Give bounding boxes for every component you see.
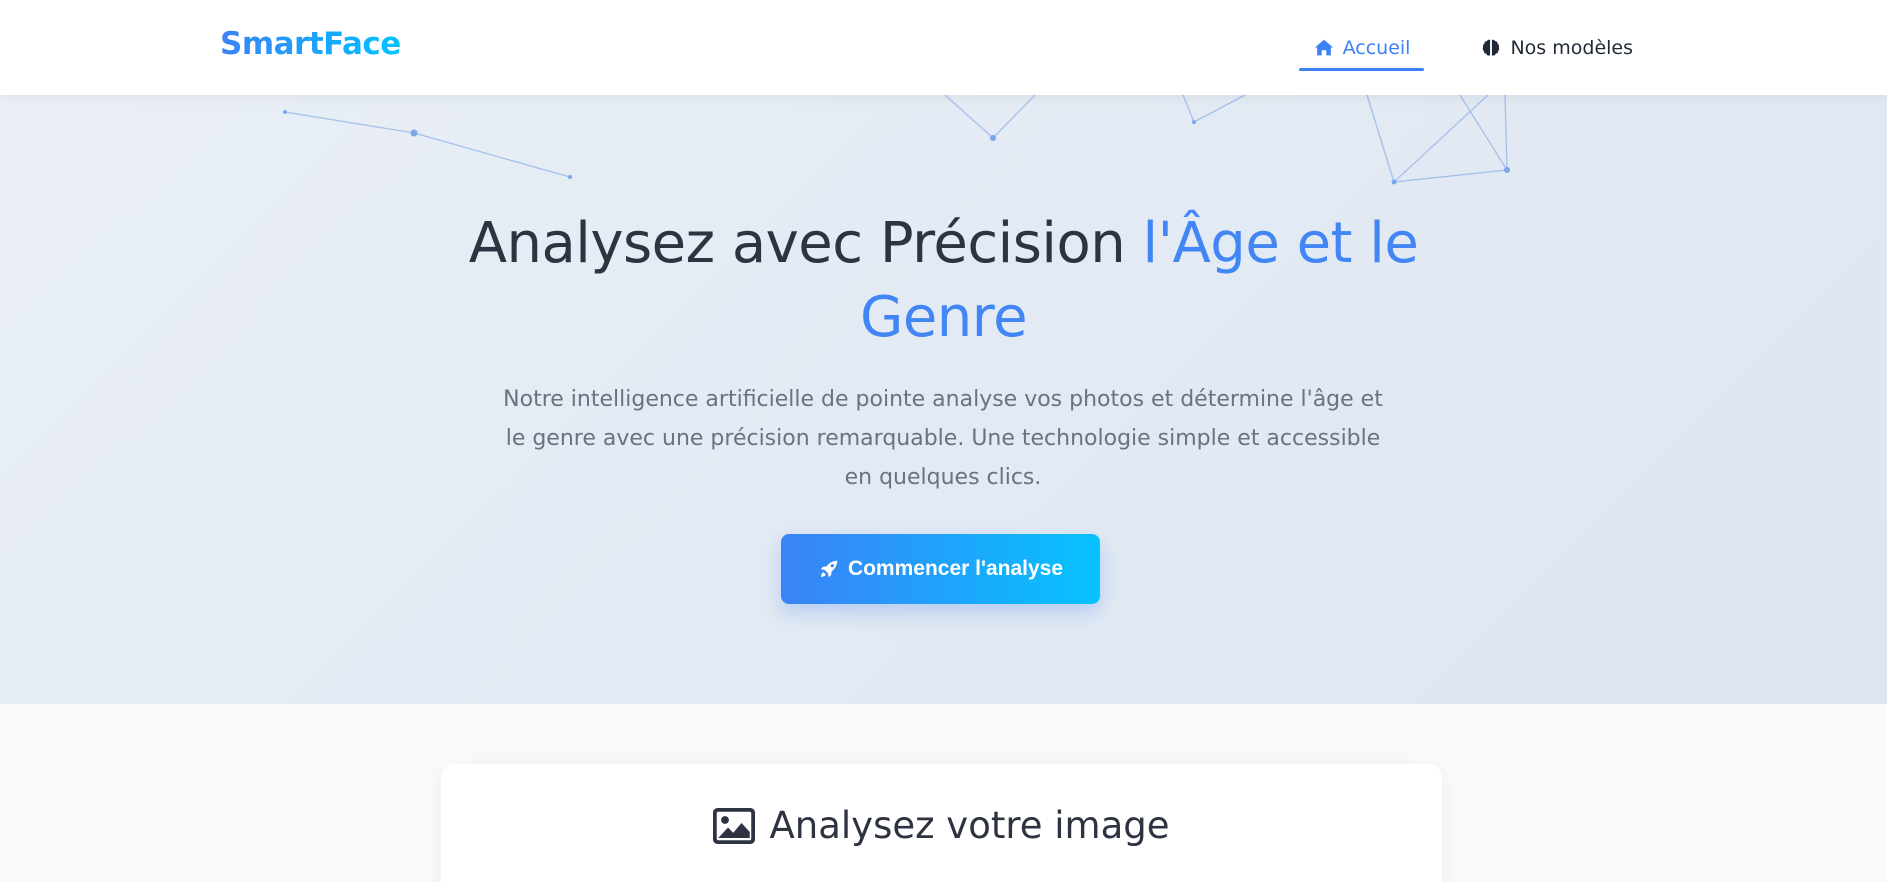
analysis-card-title-text: Analysez votre image (769, 804, 1170, 847)
hero-title-accent: l'Âge et le (1142, 211, 1419, 276)
navbar: SmartFace Accueil Nos modèles (0, 0, 1887, 95)
brand-logo[interactable]: SmartFace (220, 26, 401, 62)
hero-subtitle: Notre intelligence artificielle de point… (503, 387, 1383, 490)
hero-title-accent-line: Genre (859, 285, 1028, 350)
nav-item-models[interactable]: Nos modèles (1466, 27, 1647, 69)
hero-title: Analysez avec Précision l'Âge et le Genr… (0, 207, 1887, 355)
brain-icon (1483, 39, 1500, 56)
hero-title-main: Analysez avec Précision (468, 211, 1126, 276)
start-analysis-button[interactable]: Commencer l'analyse (781, 534, 1100, 604)
nav-item-label: Accueil (1342, 36, 1411, 59)
main-nav: Accueil Nos modèles (1298, 0, 1647, 95)
nav-item-accueil[interactable]: Accueil (1298, 27, 1425, 71)
hero-section: Analysez avec Précision l'Âge et le Genr… (0, 95, 1887, 704)
image-icon (713, 807, 756, 844)
nav-item-label: Nos modèles (1510, 36, 1633, 59)
analysis-card-title: Analysez votre image (441, 804, 1442, 847)
start-analysis-label: Commencer l'analyse (847, 557, 1064, 580)
rocket-icon (820, 560, 838, 578)
home-icon (1314, 39, 1333, 55)
page: SmartFace Accueil Nos modèles Analysez a… (0, 0, 1887, 882)
analysis-card: Analysez votre image (441, 764, 1442, 882)
